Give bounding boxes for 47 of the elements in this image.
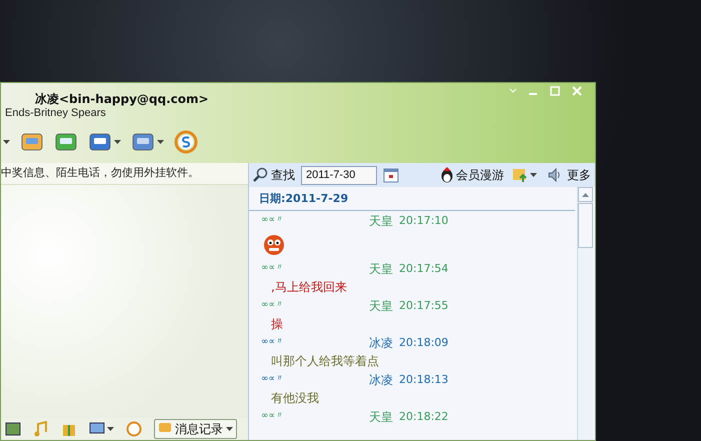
upload-icon[interactable]	[512, 167, 528, 183]
calendar-icon[interactable]	[383, 167, 399, 183]
sender-name: 天皇	[369, 213, 393, 230]
sender-prefix: ∞∝〃	[261, 214, 285, 228]
message-time: 20:18:09	[399, 334, 448, 351]
message-text: ,马上给我回来	[270, 279, 348, 296]
contact-title: 冰凌<bin-happy@qq.com>	[34, 92, 209, 106]
member-roaming-label[interactable]: 会员漫游	[456, 166, 504, 184]
caret-icon	[107, 427, 114, 431]
notice-text: 中奖信息、陌生电话，勿使用外挂软件。	[1, 165, 199, 182]
caret-icon	[157, 140, 164, 144]
sender-prefix: ∞∝〃	[261, 262, 285, 276]
caret-icon	[3, 140, 10, 144]
message-time: 20:17:54	[399, 260, 448, 277]
signature-text: Ends-Britney Spears	[5, 106, 107, 120]
sender-name: 天皇	[369, 409, 393, 426]
penguin-icon[interactable]	[440, 167, 454, 183]
more-label[interactable]: 更多	[567, 166, 591, 184]
sender-prefix: ∞∝〃	[261, 336, 285, 350]
message-time: 20:18:13	[399, 372, 448, 388]
message-time: 20:18:22	[399, 408, 448, 425]
caret-icon	[114, 140, 121, 144]
sender-name: 冰凌	[369, 335, 393, 352]
angry-face-icon	[263, 234, 285, 256]
search-label[interactable]: 查找	[271, 166, 295, 184]
message-history-button[interactable]: 消息记录	[154, 419, 237, 439]
caret-icon	[226, 427, 233, 431]
picture-icon[interactable]	[5, 421, 21, 437]
message-text: 操	[270, 316, 284, 333]
search-icon[interactable]	[253, 167, 269, 183]
sender-name: 天皇	[369, 298, 393, 315]
date-heading: 日期:2011-7-29	[249, 187, 575, 211]
date-field[interactable]: 2011-7-30	[301, 166, 377, 184]
message-time: 20:17:55	[399, 298, 448, 314]
sender-prefix: ∞∝〃	[261, 299, 285, 312]
message-time: 20:17:10	[399, 212, 448, 229]
scroll-up-button[interactable]	[578, 187, 593, 202]
arrow-up-icon	[582, 192, 589, 196]
caret-icon	[530, 173, 537, 177]
scrollbar[interactable]	[577, 187, 593, 440]
scroll-thumb[interactable]	[578, 203, 593, 248]
sender-name: 天皇	[369, 261, 393, 278]
message-text: 叫那个人给我等着点	[270, 353, 380, 370]
sender-prefix: ∞∝〃	[261, 373, 285, 386]
message-text: 有他没我	[270, 390, 320, 407]
sender-prefix: ∞∝〃	[261, 410, 285, 424]
sender-name: 冰凌	[369, 372, 393, 389]
